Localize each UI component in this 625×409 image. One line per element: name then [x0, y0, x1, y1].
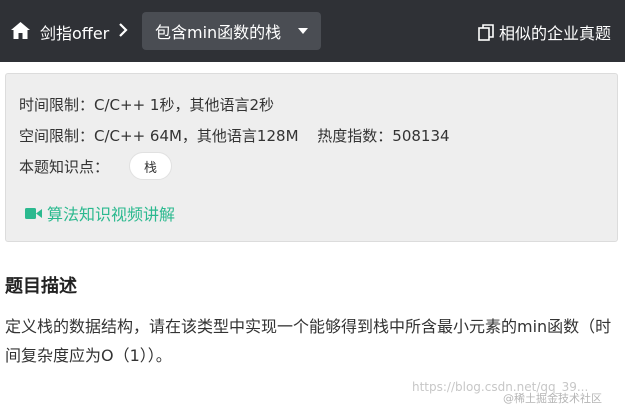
heat-index-text: 热度指数：508134 — [317, 127, 450, 145]
chevron-right-icon — [119, 23, 128, 37]
problem-info-panel: 时间限制：C/C++ 1秒，其他语言2秒 空间限制：C/C++ 64M，其他语言… — [5, 73, 618, 242]
time-limit-text: 时间限制：C/C++ 1秒，其他语言2秒 — [19, 96, 274, 114]
breadcrumb-root-link[interactable]: 剑指offer — [40, 20, 109, 44]
problem-select-dropdown[interactable]: 包含min函数的栈 — [142, 12, 321, 50]
space-limit-text: 空间限制：C/C++ 64M，其他语言128M — [19, 127, 299, 145]
community-watermark: @稀土掘金技术社区 — [503, 392, 602, 405]
similar-problems-link[interactable]: 相似的企业真题 — [478, 20, 611, 44]
description-text: 定义栈的数据结构，请在该类型中实现一个能够得到栈中所含最小元素的min函数（时间… — [5, 317, 612, 365]
tag-chip-stack[interactable]: 栈 — [129, 152, 172, 180]
home-icon[interactable] — [11, 22, 30, 39]
problem-select-label: 包含min函数的栈 — [155, 23, 282, 42]
similar-problems-label: 相似的企业真题 — [499, 24, 612, 43]
copy-icon — [478, 23, 494, 41]
description-heading: 题目描述 — [5, 276, 77, 297]
algorithm-video-link[interactable]: 算法知识视频讲解 — [25, 201, 175, 225]
knowledge-label: 本题知识点： — [19, 158, 110, 176]
caret-down-icon — [298, 28, 308, 34]
top-navigation-bar: 剑指offer 包含min函数的栈 相似的企业真题 — [0, 0, 625, 62]
space-limit-row: 空间限制：C/C++ 64M，其他语言128M 热度指数：508134 — [19, 125, 450, 146]
algorithm-video-label: 算法知识视频讲解 — [47, 205, 176, 224]
video-camera-icon — [25, 207, 42, 219]
